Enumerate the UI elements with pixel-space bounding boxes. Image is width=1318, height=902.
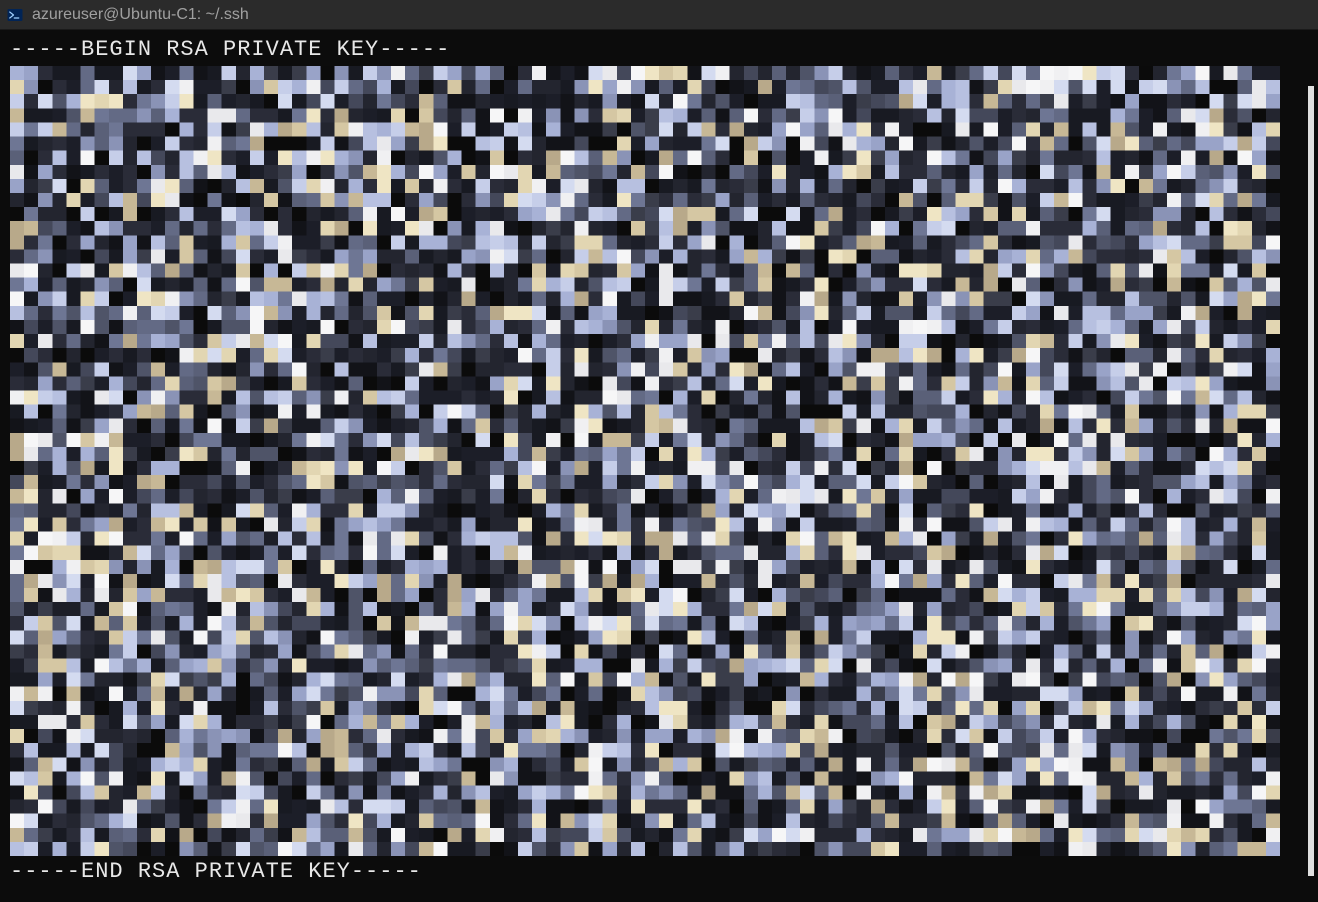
- vertical-scrollbar[interactable]: [1308, 86, 1314, 876]
- window-titlebar: azureuser@Ubuntu-C1: ~/.ssh: [0, 0, 1318, 30]
- terminal-viewport[interactable]: -----BEGIN RSA PRIVATE KEY----- -----END…: [0, 30, 1318, 902]
- window-title: azureuser@Ubuntu-C1: ~/.ssh: [32, 6, 249, 24]
- rsa-key-header: -----BEGIN RSA PRIVATE KEY-----: [10, 36, 1310, 64]
- rsa-key-body-redacted: [10, 66, 1280, 856]
- rsa-key-footer: -----END RSA PRIVATE KEY-----: [10, 858, 1310, 886]
- powershell-icon: [6, 6, 24, 24]
